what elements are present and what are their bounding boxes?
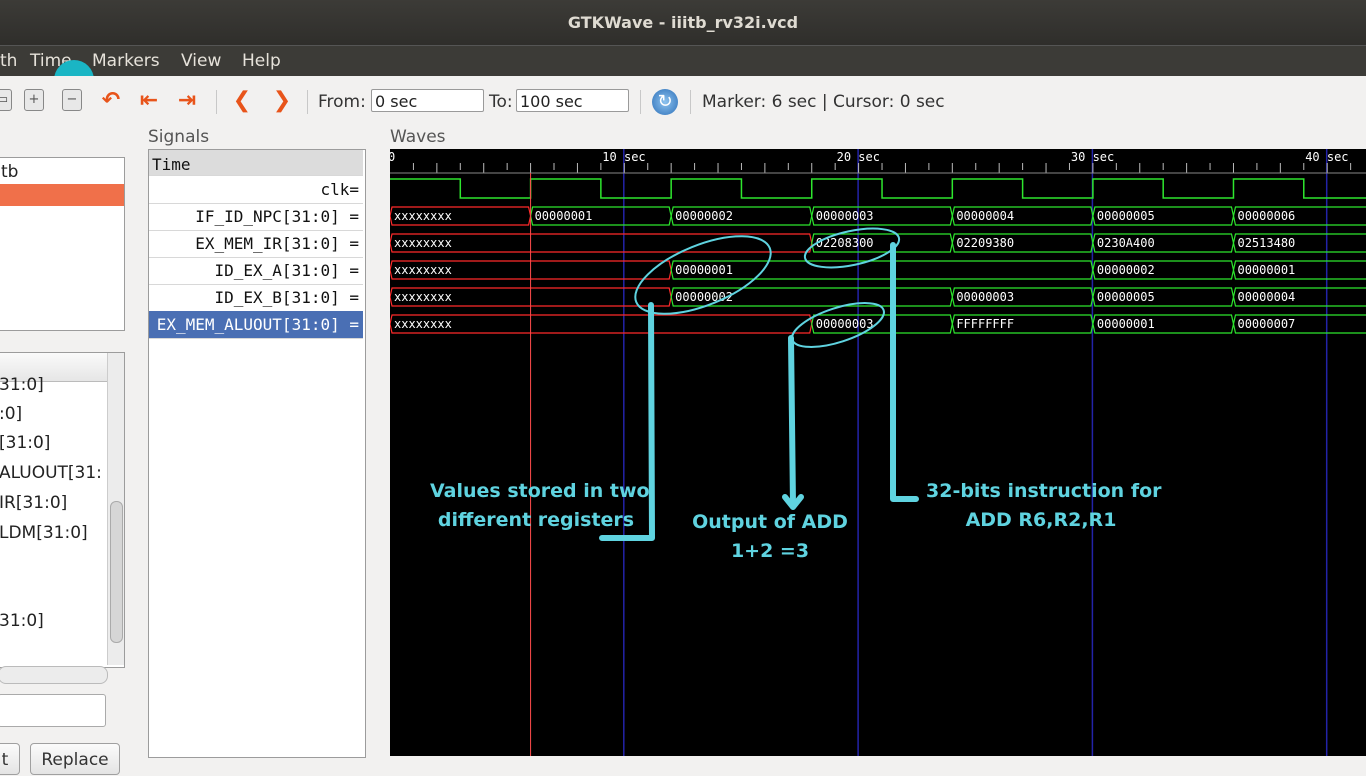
annotation-text-add-output: Output of ADD 1+2 =3 <box>692 511 848 562</box>
annotation-text-instruction: 32-bits instruction for ADD R6,R2,R1 <box>926 480 1162 531</box>
annotation-arrow <box>890 242 919 502</box>
annotation-overlay <box>599 227 919 541</box>
annotation-arrow <box>788 335 796 508</box>
annotation-ellipse <box>803 227 901 269</box>
annotation-text-registers: Values stored in two different registers <box>430 480 650 531</box>
annotation-ellipse <box>791 302 885 348</box>
